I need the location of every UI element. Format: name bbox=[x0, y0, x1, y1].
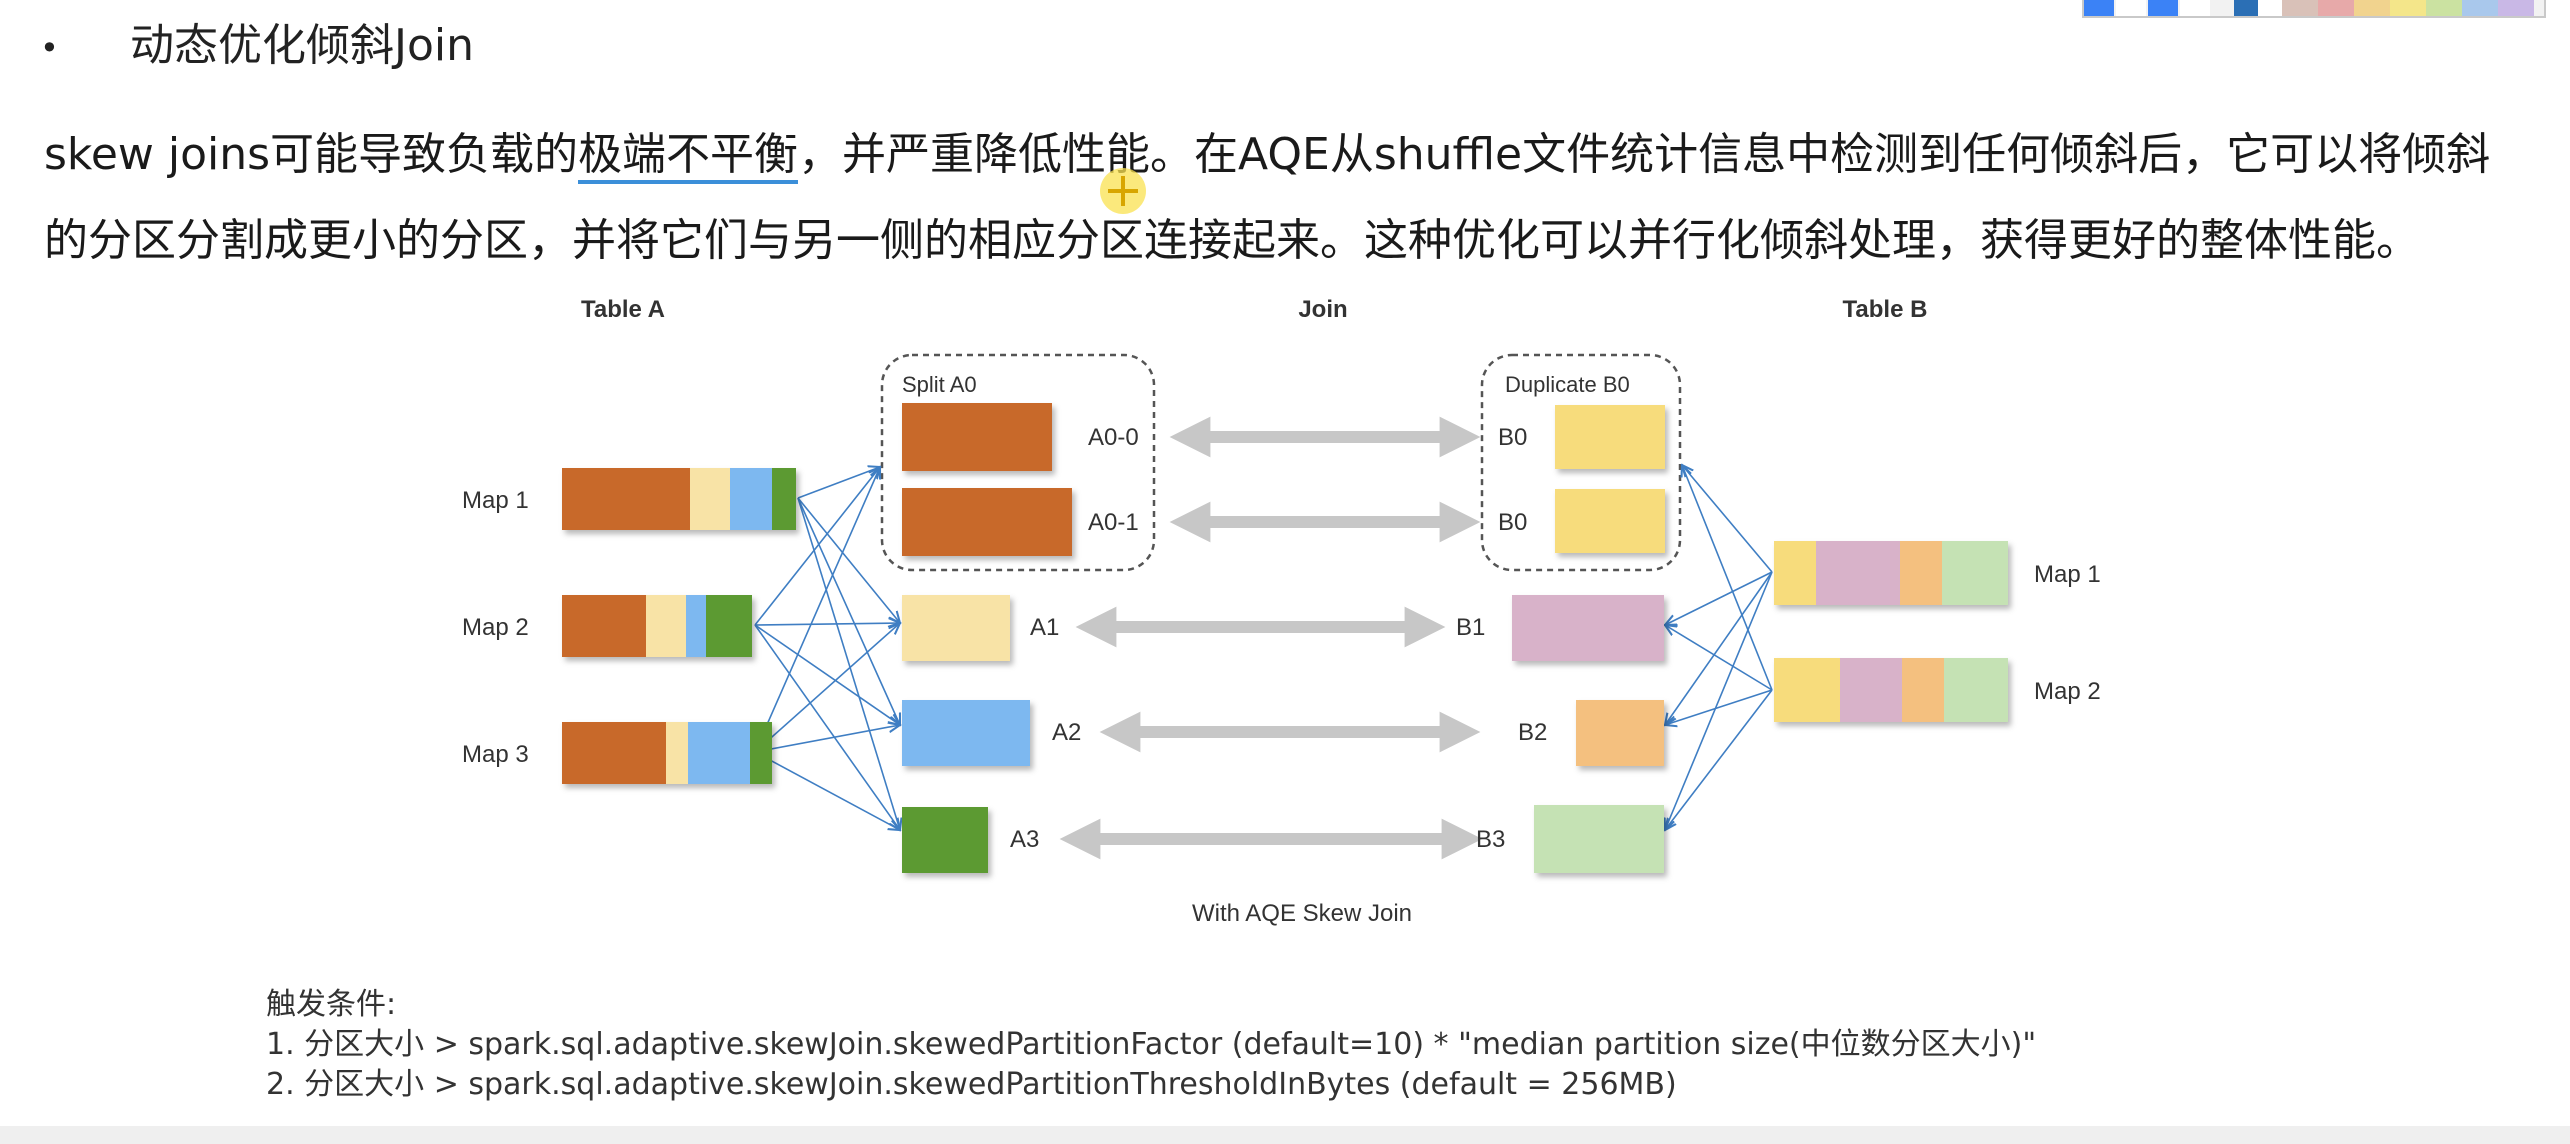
notes-line-1: 1. 分区大小 > spark.sql.adaptive.skewJoin.sk… bbox=[266, 1027, 2037, 1062]
header-join: Join bbox=[1298, 296, 1347, 323]
partition-b0-top bbox=[1555, 405, 1665, 469]
partition-b2 bbox=[1576, 700, 1664, 766]
a-map-3-label: Map 3 bbox=[462, 741, 529, 768]
paragraph-part-1: skew joins可能导致负载的 bbox=[44, 129, 579, 180]
partition-b3-label: B3 bbox=[1476, 826, 1505, 853]
partition-a2 bbox=[902, 700, 1030, 766]
partition-a0-0 bbox=[902, 403, 1052, 471]
partition-b2-label: B2 bbox=[1518, 719, 1547, 746]
duplicate-label: Duplicate B0 bbox=[1505, 372, 1630, 397]
partition-b1-label: B1 bbox=[1456, 614, 1485, 641]
partition-a0-0-label: A0-0 bbox=[1088, 424, 1139, 451]
b-map-1-block bbox=[1774, 541, 2008, 605]
paragraph-highlight[interactable]: 极端不平衡 bbox=[578, 129, 799, 184]
header-table-a: Table A bbox=[581, 296, 665, 323]
bottom-status-bar bbox=[0, 1126, 2570, 1144]
a-map-2-block bbox=[562, 595, 752, 657]
partition-b0-bottom-label: B0 bbox=[1498, 509, 1527, 536]
trigger-conditions: 触发条件: 1. 分区大小 > spark.sql.adaptive.skewJ… bbox=[266, 985, 2036, 1105]
toolbar-button-4[interactable] bbox=[2180, 0, 2210, 16]
bullet-text: 动态优化倾斜Join bbox=[130, 20, 475, 71]
partition-a3 bbox=[902, 807, 988, 873]
a-map-3-block bbox=[562, 722, 772, 784]
b-map-1-label: Map 1 bbox=[2034, 561, 2101, 588]
partition-a0-1 bbox=[902, 488, 1072, 556]
a-map-1-label: Map 1 bbox=[462, 487, 529, 514]
partition-a3-label: A3 bbox=[1010, 826, 1039, 853]
notes-line-2: 2. 分区大小 > spark.sql.adaptive.skewJoin.sk… bbox=[266, 1067, 1677, 1102]
toolbar-button-3[interactable] bbox=[2148, 0, 2178, 16]
partition-b1 bbox=[1512, 595, 1664, 661]
top-toolbar bbox=[2082, 0, 2546, 18]
color-swatches[interactable] bbox=[2234, 0, 2534, 16]
partition-b3 bbox=[1534, 805, 1664, 873]
notes-title: 触发条件: bbox=[266, 987, 397, 1022]
partition-b0-bottom bbox=[1555, 489, 1665, 553]
cursor-move-icon bbox=[1100, 168, 1146, 214]
partition-a0-1-label: A0-1 bbox=[1088, 509, 1139, 536]
toolbar-button-2[interactable] bbox=[2116, 0, 2146, 16]
partition-a2-label: A2 bbox=[1052, 719, 1081, 746]
split-label: Split A0 bbox=[902, 372, 977, 397]
bullet-heading: • 动态优化倾斜Join bbox=[40, 14, 474, 80]
b-map-2-label: Map 2 bbox=[2034, 678, 2101, 705]
bullet-symbol: • bbox=[40, 29, 59, 67]
join-arrows bbox=[1059, 416, 1483, 860]
toolbar-button-1[interactable] bbox=[2084, 0, 2114, 16]
partition-a1-label: A1 bbox=[1030, 614, 1059, 641]
partition-a1 bbox=[902, 595, 1010, 661]
b-map-2-block bbox=[1774, 658, 2008, 722]
diagram-caption: With AQE Skew Join bbox=[1192, 900, 1412, 927]
partition-b0-top-label: B0 bbox=[1498, 424, 1527, 451]
description-paragraph: skew joins可能导致负载的极端不平衡，并严重降低性能。在AQE从shuf… bbox=[44, 112, 2534, 284]
a-map-1-block bbox=[562, 468, 796, 530]
skew-join-diagram: Table A Join Table B Split A0 Duplicate … bbox=[462, 296, 2101, 927]
header-table-b: Table B bbox=[1843, 296, 1928, 323]
a-map-2-label: Map 2 bbox=[462, 614, 529, 641]
